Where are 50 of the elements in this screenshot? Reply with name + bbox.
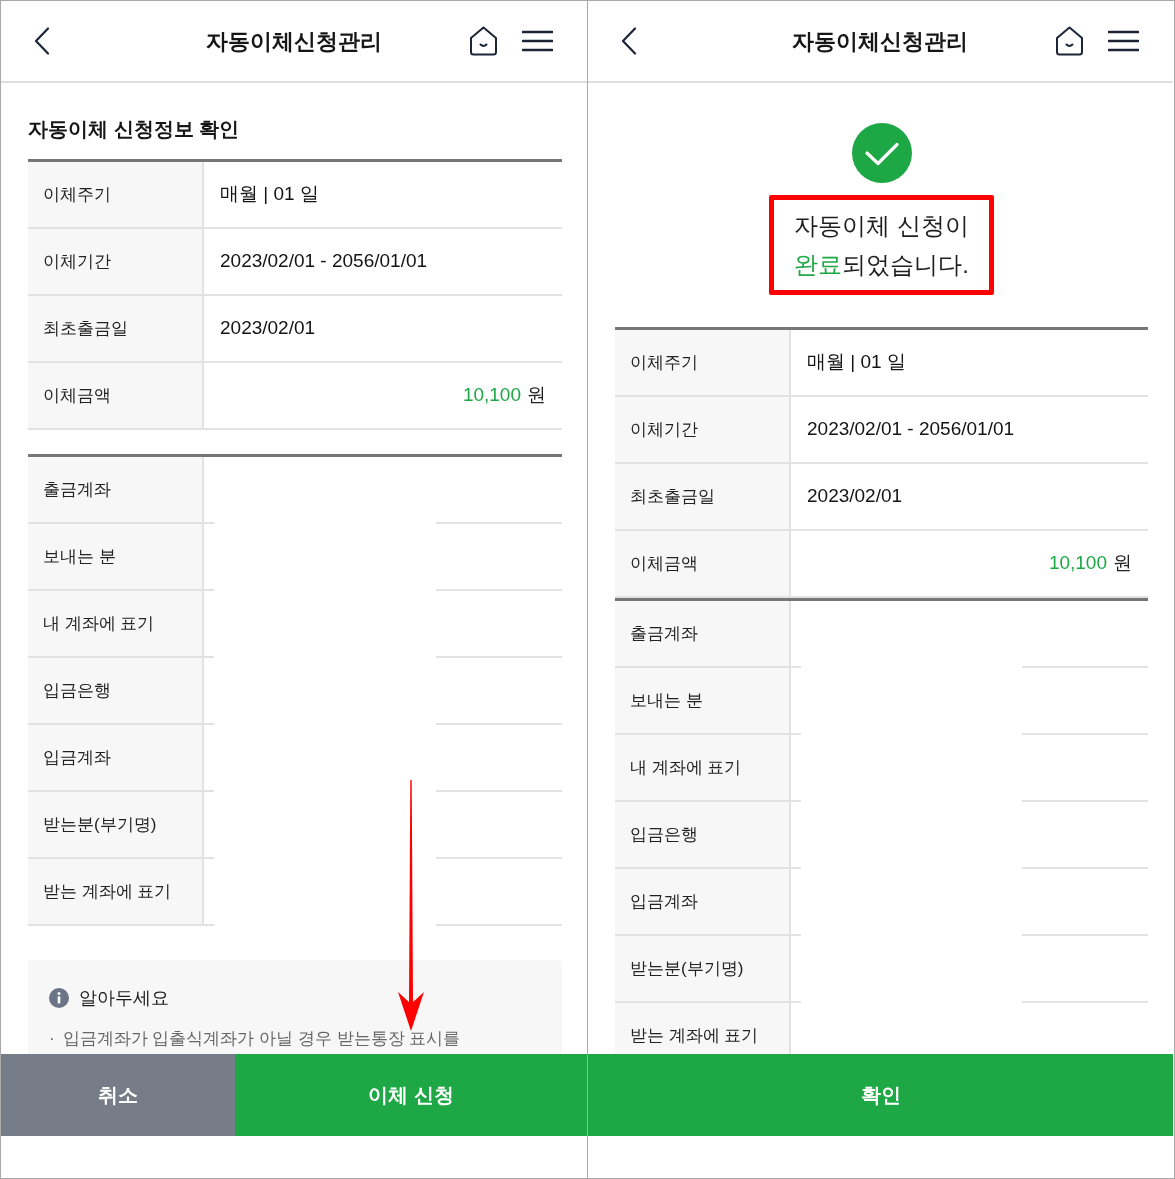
menu-icon[interactable] xyxy=(1108,30,1139,52)
row-value: 2023/02/01 xyxy=(791,464,1148,531)
notice-title: 알아두세요 xyxy=(79,987,169,1010)
confirm-button[interactable]: 확인 xyxy=(588,1054,1173,1136)
home-icon[interactable] xyxy=(1055,26,1084,56)
row-value: 2023/02/01 - 2056/01/01 xyxy=(204,229,562,296)
bullet: · xyxy=(49,1028,55,1050)
amount-value: 10,100 xyxy=(462,383,521,408)
row-label: 출금계좌 xyxy=(615,601,791,668)
screen-title: 자동이체신청관리 xyxy=(792,27,968,56)
row-value: 2023/02/01 xyxy=(204,296,562,363)
row-label: 최초출금일 xyxy=(615,464,791,531)
confirm-button[interactable]: 이체 신청 xyxy=(235,1054,587,1136)
row-value: 2023/02/01 - 2056/01/01 xyxy=(791,397,1148,464)
amount-value: 10,100 xyxy=(1048,551,1107,576)
row-label: 보내는 분 xyxy=(615,668,791,735)
section-title: 자동이체 신청정보 확인 xyxy=(28,117,241,142)
completion-message: 자동이체 신청이 완료되었습니다. xyxy=(794,211,969,280)
currency-unit: 원 xyxy=(1113,551,1132,576)
info-icon xyxy=(49,988,69,1008)
menu-icon[interactable] xyxy=(522,30,553,52)
row-label: 이체기간 xyxy=(615,397,791,464)
row-label: 받는 계좌에 표기 xyxy=(28,859,204,926)
row-label: 받는분(부기명) xyxy=(615,936,791,1003)
row-label: 최초출금일 xyxy=(28,296,204,363)
check-icon xyxy=(851,123,912,183)
row-label: 입금은행 xyxy=(28,658,204,725)
home-icon[interactable] xyxy=(469,26,498,56)
row-label: 입금은행 xyxy=(615,802,791,869)
back-icon[interactable] xyxy=(34,27,50,55)
row-label: 입금계좌 xyxy=(615,869,791,936)
row-label: 이체주기 xyxy=(28,162,204,229)
row-label: 이체금액 xyxy=(28,363,204,430)
row-label: 출금계좌 xyxy=(28,457,204,524)
cancel-button[interactable]: 취소 xyxy=(1,1054,235,1136)
notice-text: 입금계좌가 입출식계좌가 아닐 경우 받는통장 표시를 xyxy=(62,1028,461,1050)
row-label: 받는분(부기명) xyxy=(28,792,204,859)
row-label: 이체기간 xyxy=(28,229,204,296)
row-label: 보내는 분 xyxy=(28,524,204,591)
screen-title: 자동이체신청관리 xyxy=(205,27,382,56)
row-label: 내 계좌에 표기 xyxy=(28,591,204,658)
row-value: 매월 | 01 일 xyxy=(791,330,1148,397)
row-label: 입금계좌 xyxy=(28,725,204,792)
row-value: 매월 | 01 일 xyxy=(204,162,562,229)
back-icon[interactable] xyxy=(621,27,637,55)
row-label: 받는 계좌에 표기 xyxy=(615,1003,791,1054)
row-label: 이체주기 xyxy=(615,330,791,397)
currency-unit: 원 xyxy=(527,383,546,408)
row-label: 내 계좌에 표기 xyxy=(615,735,791,802)
row-label: 이체금액 xyxy=(615,531,791,598)
